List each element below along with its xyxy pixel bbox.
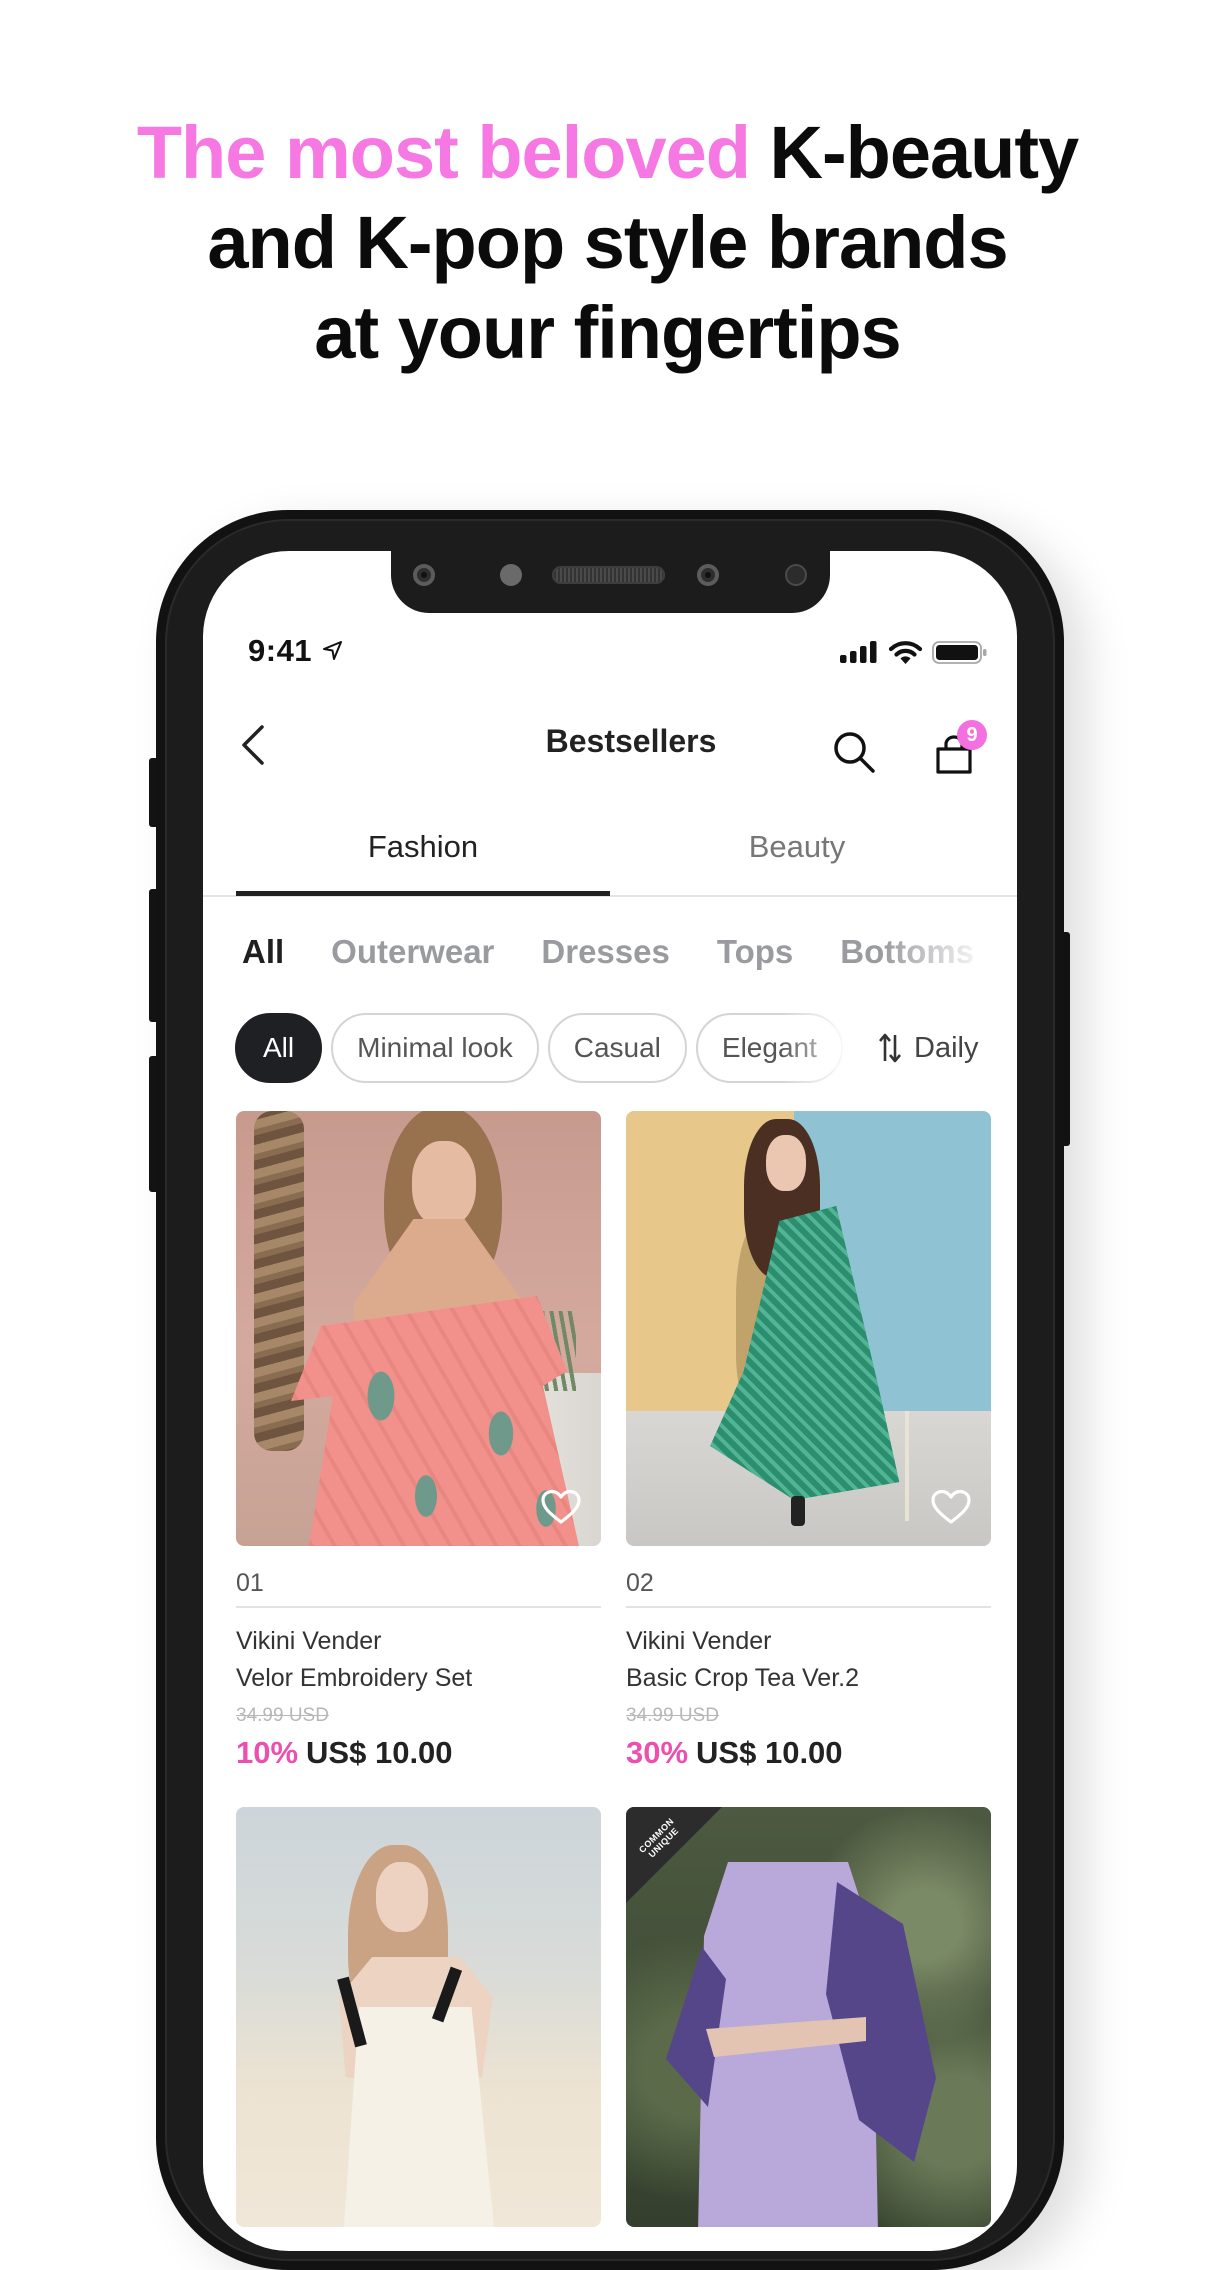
back-button[interactable] bbox=[236, 722, 270, 768]
category-dresses[interactable]: Dresses bbox=[541, 930, 669, 974]
chip-all[interactable]: All bbox=[235, 1013, 323, 1083]
category-tops[interactable]: Tops bbox=[717, 930, 793, 974]
battery-icon bbox=[932, 641, 987, 664]
sensor-icon bbox=[413, 564, 435, 586]
wifi-icon bbox=[888, 641, 923, 664]
headline-highlight: The most beloved bbox=[136, 111, 751, 194]
dot-projector-icon bbox=[785, 564, 807, 586]
heart-icon bbox=[541, 1489, 581, 1524]
product-rank: 02 bbox=[626, 1569, 654, 1597]
like-button[interactable] bbox=[540, 1489, 582, 1525]
product-name[interactable]: Basic Crop Tea Ver.2 bbox=[626, 1662, 859, 1694]
page-title: Bestsellers bbox=[545, 723, 717, 759]
image-face bbox=[766, 1135, 806, 1191]
chevron-left-icon bbox=[242, 725, 264, 765]
style-filter-scroller[interactable]: All Minimal look Casual Elegant bbox=[235, 1013, 855, 1085]
ribbon-text: COMMON UNIQUE bbox=[637, 1816, 681, 1860]
rank-divider bbox=[626, 1606, 991, 1608]
status-time: 9:41 bbox=[248, 633, 313, 668]
front-camera-icon bbox=[697, 564, 719, 586]
price-row: 10% US$ 10.00 bbox=[236, 1733, 453, 1773]
proximity-sensor-icon bbox=[500, 564, 522, 586]
product-image[interactable] bbox=[236, 1111, 601, 1546]
location-arrow-icon bbox=[323, 641, 342, 660]
product-image[interactable] bbox=[626, 1111, 991, 1546]
headline: The most beloved K-beauty and K-pop styl… bbox=[0, 108, 1215, 378]
sale-price: US$ 10.00 bbox=[696, 1735, 843, 1770]
cellular-signal-icon bbox=[840, 641, 877, 663]
sort-dropdown[interactable]: Daily bbox=[914, 1028, 978, 1068]
active-tab-indicator bbox=[236, 891, 610, 896]
image-dress bbox=[344, 2007, 494, 2227]
tab-fashion[interactable]: Fashion bbox=[236, 822, 610, 872]
headline-line-1: The most beloved K-beauty bbox=[0, 108, 1215, 198]
search-button[interactable] bbox=[832, 729, 878, 775]
category-scroller[interactable]: All Outerwear Dresses Tops Bottoms bbox=[242, 930, 987, 974]
sort-arrows-icon[interactable] bbox=[878, 1031, 902, 1065]
product-brand[interactable]: Vikini Vender bbox=[236, 1625, 381, 1657]
headline-line-3: at your fingertips bbox=[314, 291, 901, 374]
category-all[interactable]: All bbox=[242, 930, 284, 974]
sale-price: US$ 10.00 bbox=[306, 1735, 453, 1770]
rank-divider bbox=[236, 1606, 601, 1608]
product-rank: 01 bbox=[236, 1569, 264, 1597]
image-face bbox=[412, 1141, 476, 1227]
tab-beauty[interactable]: Beauty bbox=[610, 822, 984, 872]
image-face bbox=[376, 1862, 428, 1932]
search-icon bbox=[834, 732, 875, 773]
brand-corner-ribbon: COMMON UNIQUE bbox=[626, 1807, 722, 1903]
chip-casual[interactable]: Casual bbox=[547, 1013, 687, 1083]
discount-percent: 10% bbox=[236, 1735, 299, 1770]
category-outerwear[interactable]: Outerwear bbox=[331, 930, 494, 974]
product-image[interactable] bbox=[236, 1807, 601, 2227]
headline-line-2: and K-pop style brands bbox=[207, 201, 1008, 284]
product-image[interactable]: COMMON UNIQUE bbox=[626, 1807, 991, 2227]
product-name[interactable]: Velor Embroidery Set bbox=[236, 1662, 472, 1694]
price-row: 30% US$ 10.00 bbox=[626, 1733, 843, 1773]
like-button[interactable] bbox=[930, 1489, 972, 1525]
product-brand[interactable]: Vikini Vender bbox=[626, 1625, 771, 1657]
earpiece-speaker-icon bbox=[552, 566, 665, 584]
image-sandals bbox=[791, 1496, 805, 1526]
discount-percent: 30% bbox=[626, 1735, 689, 1770]
category-bottoms[interactable]: Bottoms bbox=[840, 930, 974, 974]
heart-icon bbox=[931, 1489, 971, 1524]
original-price: 34.99 USD bbox=[236, 1705, 329, 1726]
original-price: 34.99 USD bbox=[626, 1705, 719, 1726]
chip-elegant[interactable]: Elegant bbox=[695, 1013, 843, 1083]
cart-count-badge: 9 bbox=[957, 720, 987, 750]
headline-line-1-rest: K-beauty bbox=[749, 111, 1080, 194]
chip-minimal-look[interactable]: Minimal look bbox=[331, 1013, 539, 1083]
